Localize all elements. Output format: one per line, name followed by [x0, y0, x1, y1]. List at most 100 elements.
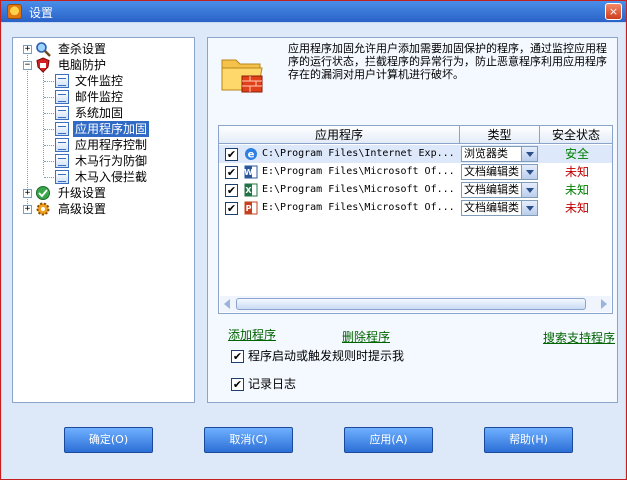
help-button[interactable]: 帮助(H)	[484, 427, 573, 453]
ie-icon: e	[245, 148, 257, 161]
app-path: E:\Program Files\Microsoft Of...	[262, 184, 455, 195]
document-icon	[55, 74, 69, 88]
tree-item-label-selected: 应用程序加固	[73, 121, 150, 137]
security-status: 未知	[564, 165, 589, 179]
app-path: E:\Program Files\Microsoft Of...	[262, 166, 455, 177]
tree-item-label: 邮件监控	[75, 90, 124, 104]
tree-item-scan-settings[interactable]: + 查杀设置	[13, 41, 193, 57]
add-program-link[interactable]: 添加程序	[228, 326, 276, 343]
app-table: 应用程序 类型 安全状态 ✔ e C:\Program Files\Intern…	[218, 125, 613, 314]
table-row[interactable]: ✔ W E:\Program Files\Microsoft Of... 文档编…	[219, 163, 612, 181]
security-status: 安全	[564, 147, 589, 161]
svg-text:P: P	[246, 204, 252, 213]
tree-item-advanced-settings[interactable]: + 高级设置	[13, 201, 193, 217]
svg-text:W: W	[244, 168, 253, 177]
cancel-button[interactable]: 取消(C)	[204, 427, 293, 453]
gear-icon	[36, 202, 50, 216]
row-checkbox[interactable]: ✔	[225, 202, 238, 215]
table-row[interactable]: ✔ e C:\Program Files\Internet Exp... 浏览器…	[219, 145, 612, 163]
tree-item-app-control[interactable]: 应用程序控制	[13, 137, 193, 153]
document-icon	[55, 154, 69, 168]
tree-item-label: 木马行为防御	[75, 154, 148, 168]
update-globe-icon	[36, 186, 50, 200]
app-path: C:\Program Files\Internet Exp...	[262, 148, 455, 159]
settings-tree: + 查杀设置 − 电脑防护 文件监控 邮件监控 系统加固 应用程序加固 应用程序…	[12, 37, 195, 403]
column-header-status[interactable]: 安全状态	[540, 126, 612, 144]
security-status: 未知	[564, 183, 589, 197]
folder-firewall-icon	[221, 59, 263, 93]
type-select-value: 文档编辑类	[464, 165, 519, 178]
tree-item-mail-monitor[interactable]: 邮件监控	[13, 89, 193, 105]
expand-icon[interactable]: +	[23, 205, 32, 214]
app-logo-icon	[7, 4, 22, 19]
document-icon	[55, 122, 69, 136]
svg-text:e: e	[248, 150, 255, 161]
row-checkbox[interactable]: ✔	[225, 148, 238, 161]
collapse-icon[interactable]: −	[23, 61, 32, 70]
dialog-button-bar: 确定(O) 取消(C) 应用(A) 帮助(H)	[2, 416, 625, 476]
table-header: 应用程序 类型 安全状态	[219, 126, 612, 144]
tree-item-label: 系统加固	[75, 106, 124, 120]
tree-item-trojan-behavior-defense[interactable]: 木马行为防御	[13, 153, 193, 169]
row-checkbox[interactable]: ✔	[225, 184, 238, 197]
type-select[interactable]: 文档编辑类	[461, 164, 538, 180]
horizontal-scrollbar[interactable]	[220, 296, 611, 312]
shield-icon	[36, 57, 50, 73]
type-select[interactable]: 浏览器类	[461, 146, 538, 162]
window-title: 设置	[29, 6, 54, 20]
tree-item-system-hardening[interactable]: 系统加固	[13, 105, 193, 121]
tree-item-label: 查杀设置	[58, 42, 107, 56]
tree-item-label: 升级设置	[58, 186, 107, 200]
feature-description: 应用程序加固允许用户添加需要加固保护的程序，通过监控应用程序的运行状态，拦截程序…	[288, 42, 607, 81]
expand-icon[interactable]: +	[23, 189, 32, 198]
delete-program-link[interactable]: 删除程序	[342, 328, 390, 345]
chevron-down-icon[interactable]	[521, 165, 537, 179]
magnifier-icon	[36, 42, 51, 57]
client-area: + 查杀设置 − 电脑防护 文件监控 邮件监控 系统加固 应用程序加固 应用程序…	[2, 23, 625, 479]
tree-item-label: 应用程序控制	[75, 138, 148, 152]
ok-button[interactable]: 确定(O)	[64, 427, 153, 453]
prompt-checkbox[interactable]: ✔	[231, 350, 244, 363]
document-icon	[55, 106, 69, 120]
tree-item-label: 高级设置	[58, 202, 107, 216]
security-status: 未知	[564, 201, 589, 215]
chevron-down-icon[interactable]	[521, 147, 537, 161]
svg-text:X: X	[245, 186, 252, 195]
tree-item-label: 文件监控	[75, 74, 124, 88]
title-bar[interactable]: 设置 ×	[1, 1, 626, 22]
expand-icon[interactable]: +	[23, 45, 32, 54]
table-row[interactable]: ✔ P E:\Program Files\Microsoft Of... 文档编…	[219, 199, 612, 217]
type-select[interactable]: 文档编辑类	[461, 200, 538, 216]
log-option-label: 记录日志	[248, 377, 297, 391]
app-path: E:\Program Files\Microsoft Of...	[262, 202, 455, 213]
scrollbar-thumb[interactable]	[236, 298, 586, 310]
prompt-option-label: 程序启动或触发规则时提示我	[248, 349, 405, 363]
tree-item-trojan-intrusion-block[interactable]: 木马入侵拦截	[13, 169, 193, 185]
word-icon: W	[244, 165, 258, 179]
row-checkbox[interactable]: ✔	[225, 166, 238, 179]
scroll-left-icon[interactable]	[224, 299, 230, 309]
document-icon	[55, 170, 69, 184]
tree-item-app-hardening[interactable]: 应用程序加固	[13, 121, 193, 137]
document-icon	[55, 90, 69, 104]
type-select-value: 浏览器类	[464, 147, 508, 160]
powerpoint-icon: P	[244, 201, 258, 215]
type-select[interactable]: 文档编辑类	[461, 182, 538, 198]
scroll-right-icon[interactable]	[601, 299, 607, 309]
apply-button[interactable]: 应用(A)	[344, 427, 433, 453]
table-row[interactable]: ✔ X E:\Program Files\Microsoft Of... 文档编…	[219, 181, 612, 199]
chevron-down-icon[interactable]	[521, 183, 537, 197]
type-select-value: 文档编辑类	[464, 183, 519, 196]
tree-item-update-settings[interactable]: + 升级设置	[13, 185, 193, 201]
tree-item-file-monitor[interactable]: 文件监控	[13, 73, 193, 89]
tree-item-label: 木马入侵拦截	[75, 170, 148, 184]
column-header-type[interactable]: 类型	[460, 126, 540, 144]
type-select-value: 文档编辑类	[464, 201, 519, 214]
chevron-down-icon[interactable]	[521, 201, 537, 215]
tree-item-pc-protection[interactable]: − 电脑防护	[13, 57, 193, 73]
document-icon	[55, 138, 69, 152]
close-button[interactable]: ×	[605, 3, 622, 20]
column-header-app[interactable]: 应用程序	[219, 126, 460, 144]
search-supported-programs-link[interactable]: 搜索支持程序	[543, 329, 615, 346]
log-checkbox[interactable]: ✔	[231, 378, 244, 391]
